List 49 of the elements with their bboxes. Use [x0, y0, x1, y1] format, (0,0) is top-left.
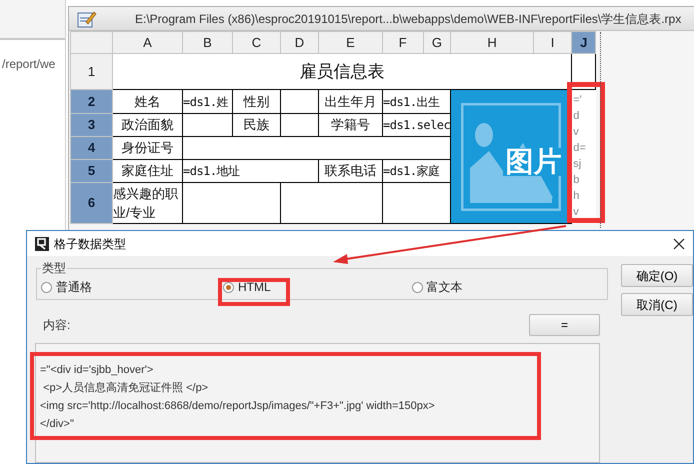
clipped-text: v	[572, 125, 580, 140]
column-header[interactable]: J	[572, 32, 596, 54]
column-header[interactable]: B	[182, 32, 232, 54]
column-header[interactable]: A	[112, 32, 182, 54]
content-field[interactable]: ="<div id='sjbb_hover'> <p>人员信息高清免冠证件照 </p> <img src='http://localhost:6868/demo/reportJsp/images/"+F3+".jpg' width=150px> </div>"	[35, 343, 600, 463]
clipped-text: ='	[572, 93, 583, 108]
dialog-button[interactable]: 确定(O)	[621, 264, 693, 287]
path-text: /report/we	[1, 57, 56, 71]
formula-button[interactable]: =	[529, 314, 600, 336]
clipped-text: h	[572, 189, 580, 204]
table-cell: 身份证号	[112, 136, 182, 160]
column-header[interactable]: I	[533, 32, 572, 54]
table-cell: 出生年月	[318, 90, 382, 114]
table-cell: 民族	[232, 114, 280, 136]
clipped-text: d=	[572, 141, 587, 156]
window-title: E:\Program Files (x86)\esproc20191015\report...b\webapps\demo\WEB-INF\reportFiles\学生信息表.rpx	[135, 10, 682, 28]
radio-option[interactable]: 普通格	[41, 278, 92, 296]
column-header[interactable]: G	[423, 32, 451, 54]
row-header[interactable]: 3	[70, 114, 112, 136]
table-cell: 联系电话	[318, 160, 382, 182]
radio-option[interactable]: 富文本	[412, 278, 463, 296]
clipped-text: d	[572, 109, 580, 124]
table-cell: 姓名	[112, 90, 182, 114]
clipped-text: v	[572, 205, 580, 220]
column-header[interactable]: F	[382, 32, 424, 54]
picture-label: 图片	[503, 148, 564, 176]
formula-cell: =ds1.地址	[182, 160, 318, 182]
table-cell: 感兴趣的职业/专业	[112, 182, 182, 224]
clipped-text: b	[572, 173, 580, 188]
row-header[interactable]: 5	[70, 160, 112, 182]
table-cell: 学籍号	[318, 114, 382, 136]
column-header[interactable]: C	[232, 32, 280, 54]
column-header[interactable]: D	[280, 32, 318, 54]
column-header[interactable]: H	[450, 32, 534, 54]
column-header[interactable]: E	[318, 32, 382, 54]
row-header[interactable]: 2	[70, 90, 112, 114]
table-cell: 政治面貌	[112, 114, 182, 136]
table-cell: 家庭住址	[112, 160, 182, 182]
row-header[interactable]: 1	[70, 54, 112, 90]
clipped-text: sj	[572, 157, 582, 172]
radio-option[interactable]: HTML	[223, 278, 271, 296]
row-header[interactable]: 4	[70, 136, 112, 160]
dialog-button[interactable]: 取消(C)	[621, 293, 693, 316]
group-label: 类型	[41, 262, 67, 274]
table-cell: 性别	[232, 90, 280, 114]
row-header[interactable]: 6	[70, 182, 112, 224]
formula-cell: =ds1.姓	[182, 90, 232, 114]
content-label: 内容:	[43, 317, 70, 334]
dialog-title: 格子数据类型	[54, 236, 127, 252]
